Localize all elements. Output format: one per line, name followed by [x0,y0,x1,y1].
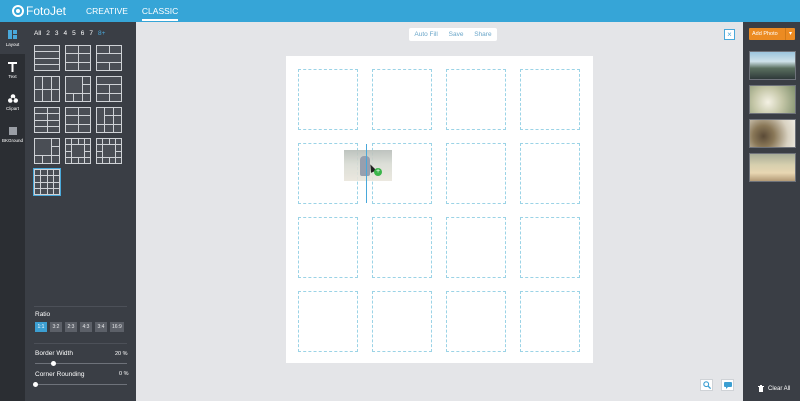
photo-slot[interactable] [372,217,432,278]
add-icon: + [374,168,382,176]
photo-slot[interactable] [298,217,358,278]
corner-rounding-slider[interactable] [35,384,127,385]
photo-thumbnail[interactable] [749,51,796,80]
trash-icon [758,385,764,392]
ratio-options: 1:1 3:2 2:3 4:3 3:4 16:9 [35,322,124,332]
layout-thumb[interactable] [65,107,91,133]
zoom-icon [702,381,711,389]
background-icon [8,126,17,136]
rail-item-layout[interactable]: Layout [0,22,25,54]
photo-slot[interactable] [446,217,506,278]
ratio-2-3[interactable]: 2:3 [65,322,77,332]
corner-rounding-label: Corner Rounding [35,371,85,378]
layout-thumb[interactable] [96,138,122,164]
collage-canvas[interactable] [286,56,593,363]
corner-rounding-value: 0 % [119,371,129,377]
photo-slot[interactable] [372,69,432,130]
share-button[interactable]: Share [474,31,491,38]
close-icon[interactable]: × [724,29,735,40]
logo-icon [12,5,24,17]
ratio-4-3[interactable]: 4:3 [80,322,92,332]
filter-all[interactable]: All [34,30,41,37]
ratio-label: Ratio [35,311,51,318]
filter-3[interactable]: 3 [55,30,59,37]
save-button[interactable]: Save [449,31,464,38]
ratio-3-4[interactable]: 3:4 [95,322,107,332]
text-icon [8,61,17,72]
layout-thumb[interactable] [34,76,60,102]
app-logo[interactable]: FotoJet [12,4,66,18]
canvas-toolbar: Auto Fill Save Share [409,28,497,41]
top-bar: FotoJet CREATIVE CLASSIC [0,0,800,22]
photo-slot[interactable] [520,217,580,278]
clipart-icon [7,93,18,104]
photo-slot[interactable] [298,69,358,130]
rail-label: Clipart [5,105,19,111]
filter-7[interactable]: 7 [89,30,93,37]
layout-thumb[interactable] [65,76,91,102]
rail-item-text[interactable]: Text [0,54,25,86]
ratio-16-9[interactable]: 16:9 [110,322,124,332]
filter-2[interactable]: 2 [46,30,50,37]
photo-slot[interactable] [520,69,580,130]
layout-thumb[interactable] [65,45,91,71]
layout-thumb[interactable] [34,45,60,71]
layout-icon [8,30,17,40]
border-width-label: Border Width [35,350,73,357]
photo-slot[interactable] [372,291,432,352]
logo-text: FotoJet [26,4,67,18]
add-photo-label: Add Photo [752,31,778,37]
filter-8-plus[interactable]: 8+ [98,30,105,37]
filter-5[interactable]: 5 [72,30,76,37]
border-width-slider[interactable] [35,363,127,364]
layout-thumb[interactable] [96,76,122,102]
tool-rail: Layout Text Clipart BKGround [0,22,25,401]
add-photo-button[interactable]: Add Photo ▾ [749,28,795,40]
layout-thumb[interactable] [96,45,122,71]
photo-thumbnail[interactable] [749,85,796,114]
filter-4[interactable]: 4 [63,30,67,37]
filter-6[interactable]: 6 [81,30,85,37]
photo-slot[interactable] [520,143,580,204]
feedback-button[interactable] [721,379,734,391]
rail-item-clipart[interactable]: Clipart [0,86,25,118]
photo-slot[interactable] [298,291,358,352]
count-filter: All 2 3 4 5 6 7 8+ [34,30,105,37]
photo-thumbnail[interactable] [749,153,796,182]
layout-thumb[interactable] [96,107,122,133]
photo-thumbnail[interactable] [749,119,796,148]
ratio-3-2[interactable]: 3:2 [50,322,62,332]
layout-thumb[interactable] [65,138,91,164]
layout-thumb[interactable] [34,107,60,133]
rail-label: BKGround [1,137,23,143]
divider [34,306,127,307]
zoom-button[interactable] [700,379,713,391]
photo-slot[interactable] [520,291,580,352]
layout-thumbnails [34,45,122,195]
tab-classic[interactable]: CLASSIC [141,0,179,22]
rail-label: Text [8,73,17,79]
divider [34,343,127,344]
photo-slot[interactable] [446,143,506,204]
tab-creative[interactable]: CREATIVE [86,0,128,22]
drop-indicator [366,144,367,203]
photo-slot[interactable] [446,291,506,352]
rail-label: Layout [5,41,20,47]
corner-rounding-handle[interactable] [33,382,38,387]
ratio-1-1[interactable]: 1:1 [35,322,47,332]
photo-slot[interactable] [446,69,506,130]
rail-item-background[interactable]: BKGround [0,118,25,150]
layout-panel: All 2 3 4 5 6 7 8+ [25,22,136,401]
clear-all-label: Clear All [768,385,791,392]
layout-thumb-selected[interactable] [34,169,60,195]
chevron-down-icon[interactable]: ▾ [785,28,795,40]
clear-all-button[interactable]: Clear All [758,385,790,392]
auto-fill-button[interactable]: Auto Fill [414,31,437,38]
layout-thumb[interactable] [34,138,60,164]
chat-icon [723,381,732,389]
